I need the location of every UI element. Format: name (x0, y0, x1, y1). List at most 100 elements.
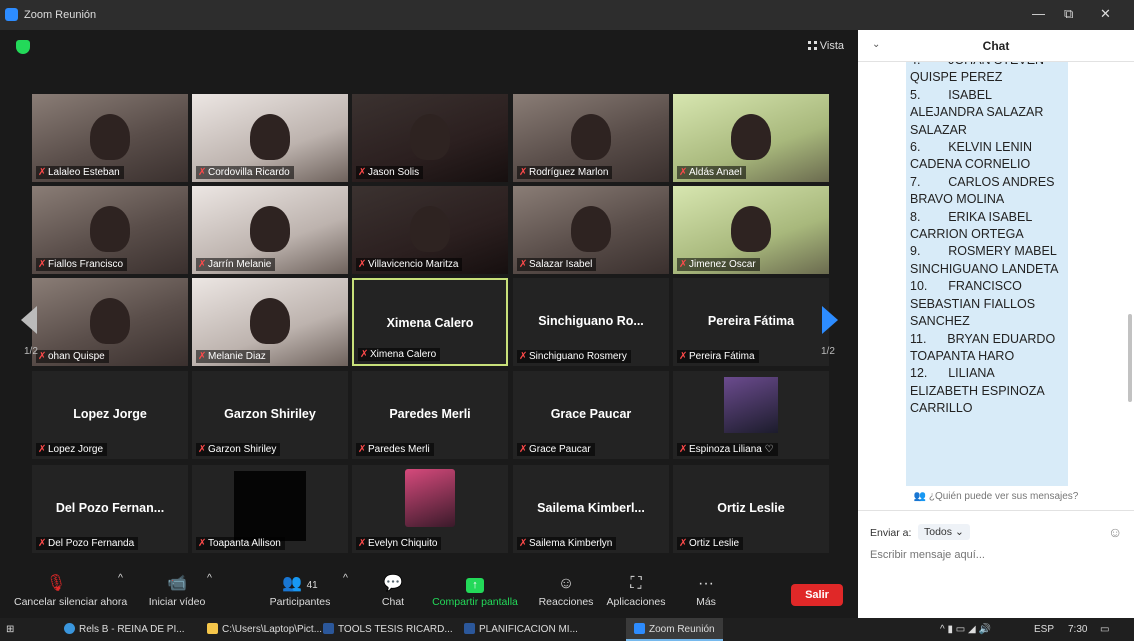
muted-mic-icon: ✗ (679, 259, 688, 270)
video-button[interactable]: 📹 Iniciar vídeo (142, 572, 212, 608)
participant-name-label: ✗ Jimenez Oscar (677, 258, 760, 271)
participant-name-text: Aldás Anael (689, 167, 742, 178)
chat-input[interactable] (870, 549, 1120, 561)
taskbar-item-zoom[interactable]: Zoom Reunión (626, 618, 723, 641)
chat-title: Chat (982, 39, 1010, 53)
participant-tile[interactable]: Garzon Shiriley ✗ Garzon Shiriley (192, 371, 348, 459)
participants-options-caret[interactable]: ^ (343, 572, 348, 584)
participant-tile[interactable]: ✗ Lalaleo Esteban (32, 94, 188, 182)
participant-tile[interactable]: ✗ Jason Solis (352, 94, 508, 182)
participant-name-label: ✗ Lalaleo Esteban (36, 166, 124, 179)
view-button[interactable]: Vista (807, 40, 844, 52)
participant-tile[interactable]: Sinchiguano Ro... ✗ Sinchiguano Rosmery (513, 278, 669, 366)
participant-tile[interactable]: Lopez Jorge ✗ Lopez Jorge (32, 371, 188, 459)
notifications-icon[interactable]: ▭ (1100, 618, 1109, 641)
participant-tile[interactable]: ✗ Aldás Anael (673, 94, 829, 182)
participant-name-text: Lalaleo Esteban (48, 167, 120, 178)
participant-display-name: Pereira Fátima (707, 314, 795, 328)
muted-mic-icon: ✗ (358, 538, 367, 549)
participant-video (731, 114, 771, 160)
pager-left: 1/2 (24, 346, 38, 357)
participant-name-label: ✗ Evelyn Chiquito (356, 537, 442, 550)
participant-display-name: Grace Paucar (550, 407, 632, 421)
muted-mic-icon: ✗ (360, 349, 369, 360)
video-label: Iniciar vídeo (148, 596, 206, 608)
tray-icons[interactable]: ^ ▮ ▭ ◢ 🔊 (940, 618, 991, 641)
participant-tile[interactable]: Sailema Kimberl... ✗ Sailema Kimberlyn (513, 465, 669, 553)
participant-video (250, 206, 290, 252)
close-button[interactable]: ✕ (1100, 6, 1111, 22)
chat-header: ⌄ Chat (858, 30, 1134, 62)
apps-button[interactable]: ⛶ Aplicaciones (604, 572, 668, 608)
participant-tile[interactable]: ✗ Melanie Diaz (192, 278, 348, 366)
participant-tile[interactable]: ✗ Salazar Isabel (513, 186, 669, 274)
participant-tile[interactable]: ✗ Evelyn Chiquito (352, 465, 508, 553)
reactions-button[interactable]: ☺ Reacciones (536, 572, 596, 608)
mute-button[interactable]: 🎙 Cancelar silenciar ahora (14, 572, 127, 608)
next-page-icon[interactable] (822, 306, 838, 334)
muted-mic-icon: ✗ (38, 538, 47, 549)
who-can-see-text: ¿Quién puede ver sus mensajes? (928, 491, 1079, 502)
taskbar-item-word-2[interactable]: PLANIFICACION MI... (464, 618, 578, 641)
participant-tile[interactable]: Paredes Merli ✗ Paredes Merli (352, 371, 508, 459)
participant-name-label: ✗ Ortiz Leslie (677, 537, 744, 550)
participant-tile[interactable]: ✗ Villavicencio Maritza (352, 186, 508, 274)
taskbar-item-label: PLANIFICACION MI... (479, 624, 578, 635)
participant-profile-picture (405, 469, 455, 527)
participant-name-text: Espinoza Liliana ♡ (689, 444, 774, 455)
participant-video (90, 206, 130, 252)
participant-tile[interactable]: ✗ Rodríguez Marlon (513, 94, 669, 182)
windows-taskbar: ⊞ Rels B - REINA DE PI... C:\Users\Lapto… (0, 618, 1134, 641)
participant-name-text: Rodríguez Marlon (529, 167, 609, 178)
participant-tile[interactable]: ✗ Jimenez Oscar (673, 186, 829, 274)
participant-name-label: ✗ Grace Paucar (517, 443, 595, 456)
language-indicator[interactable]: ESP (1034, 618, 1054, 641)
participant-name-label: ✗ Villavicencio Maritza (356, 258, 463, 271)
participant-tile[interactable]: Pereira Fátima ✗ Pereira Fátima (673, 278, 829, 366)
participants-count: 41 (306, 580, 318, 591)
participant-tile[interactable]: Grace Paucar ✗ Grace Paucar (513, 371, 669, 459)
participant-name-text: Ortiz Leslie (689, 538, 740, 549)
muted-mic-icon: ✗ (358, 444, 367, 455)
taskbar-item-explorer[interactable]: C:\Users\Laptop\Pict... (207, 618, 322, 641)
taskbar-item-edge[interactable]: Rels B - REINA DE PI... (64, 618, 185, 641)
share-screen-button[interactable]: ↑ Compartir pantalla (432, 572, 518, 608)
participants-label: Participantes (269, 596, 331, 608)
shield-icon[interactable] (16, 40, 30, 54)
chat-scrollbar[interactable] (1128, 314, 1132, 402)
participant-tile[interactable]: ✗ Toapanta Allison (192, 465, 348, 553)
taskbar-item-word-1[interactable]: TOOLS TESIS RICARD... (323, 618, 453, 641)
participant-name-text: Ximena Calero (370, 349, 437, 360)
participant-tile[interactable]: Ortiz Leslie ✗ Ortiz Leslie (673, 465, 829, 553)
prev-page-icon[interactable] (21, 306, 37, 334)
participant-tile[interactable]: ✗ Jarrín Melanie (192, 186, 348, 274)
participants-button[interactable]: 👥 41 Participantes (262, 572, 338, 608)
participant-tile[interactable]: ✗ Cordovilla Ricardo (192, 94, 348, 182)
who-can-see-link[interactable]: 👥 ¿Quién puede ver sus mensajes? (858, 491, 1134, 502)
more-button[interactable]: ··· Más (692, 572, 720, 608)
restore-button[interactable]: ⧉ (1064, 6, 1073, 22)
zoom-icon (634, 623, 645, 634)
chat-button[interactable]: 💬 Chat (378, 572, 408, 608)
task-view-icon[interactable]: ⊞ (6, 618, 14, 641)
video-options-caret[interactable]: ^ (207, 572, 212, 584)
participant-profile-picture (724, 377, 778, 433)
minimize-button[interactable]: — (1032, 6, 1045, 21)
word-icon (464, 623, 475, 634)
participant-tile[interactable]: ✗ ohan Quispe (32, 278, 188, 366)
leave-button[interactable]: Salir (791, 584, 843, 606)
participant-tile[interactable]: ✗ Fiallos Francisco (32, 186, 188, 274)
participant-name-text: Sinchiguano Rosmery (529, 351, 627, 362)
participant-video (410, 206, 450, 252)
clock[interactable]: 7:30 (1068, 618, 1087, 641)
participant-tile[interactable]: ✗ Espinoza Liliana ♡ (673, 371, 829, 459)
grid-icon (807, 41, 817, 50)
participant-name-text: Jason Solis (368, 167, 420, 178)
muted-mic-icon: ✗ (679, 538, 688, 549)
audio-options-caret[interactable]: ^ (118, 572, 123, 584)
participant-tile[interactable]: Del Pozo Fernan... ✗ Del Pozo Fernanda (32, 465, 188, 553)
emoji-icon[interactable]: ☺ (1108, 524, 1122, 540)
recipient-dropdown[interactable]: Todos ⌄ (918, 524, 970, 540)
reactions-label: Reacciones (538, 596, 594, 608)
participant-tile[interactable]: Ximena Calero ✗ Ximena Calero (352, 278, 508, 366)
